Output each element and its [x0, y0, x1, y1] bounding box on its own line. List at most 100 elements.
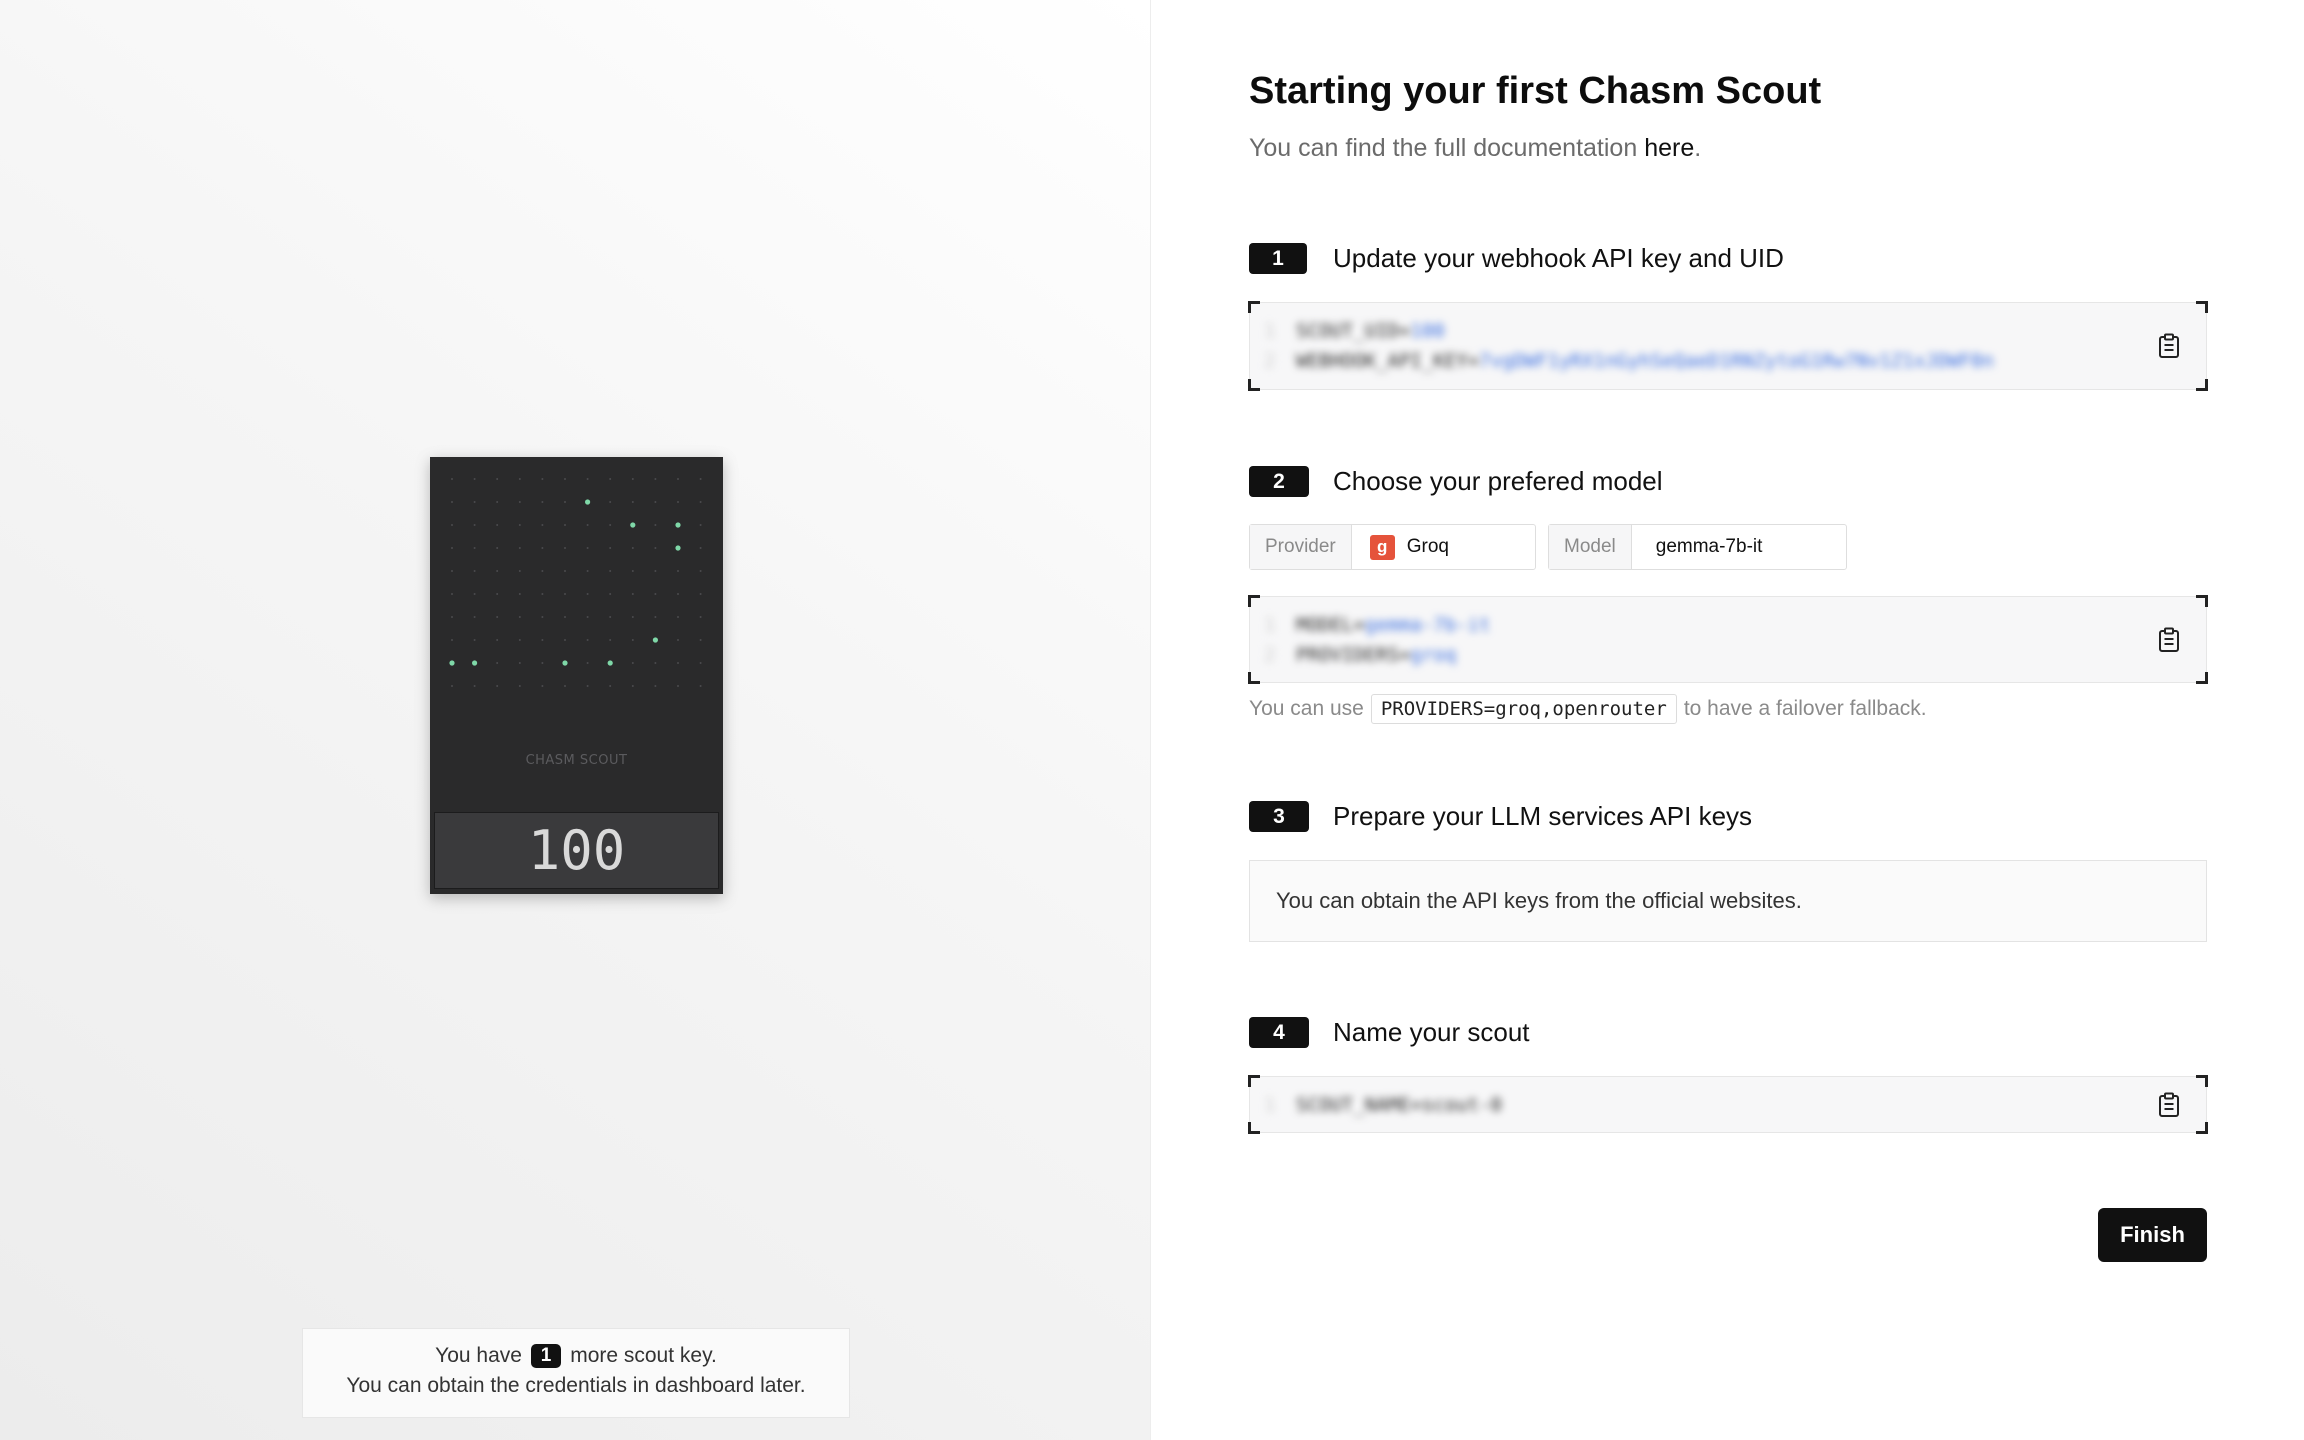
led-dot	[654, 593, 657, 595]
led-dot-lit	[449, 660, 455, 666]
hint-suffix: to have a failover fallback.	[1683, 697, 1927, 720]
led-dot	[699, 570, 702, 572]
led-dot	[541, 662, 544, 664]
led-dot	[473, 685, 476, 687]
led-dot	[541, 478, 544, 480]
led-dot	[451, 547, 453, 549]
provider-name: Groq	[1406, 536, 1449, 557]
clipboard-icon[interactable]	[2158, 333, 2180, 359]
led-dot	[609, 639, 612, 641]
led-dot	[564, 639, 566, 641]
led-dot	[451, 570, 453, 572]
led-dot	[654, 616, 657, 618]
key-note-suffix: more scout key.	[570, 1344, 717, 1367]
led-dot	[677, 570, 679, 572]
subtitle-period: .	[1694, 134, 1702, 162]
led-dot	[496, 478, 499, 480]
provider-select[interactable]: Provider g Groq	[1249, 524, 1536, 570]
code-line: 2 WEBHOOK_API_KEY=7vgDWF1yRX1nGyhSeQaeD1R…	[1264, 350, 1994, 372]
led-dot	[473, 570, 476, 572]
led-dot	[473, 524, 476, 526]
key-note-prefix: You have	[435, 1344, 522, 1367]
led-dot	[699, 501, 702, 503]
led-dot	[541, 685, 544, 687]
step-title: Name your scout	[1333, 1017, 1530, 1047]
led-dot	[541, 524, 544, 526]
led-dot	[496, 593, 499, 595]
scout-device-card: CHASM SCOUT 100	[430, 457, 723, 894]
led-dot	[541, 501, 544, 503]
clipboard-icon[interactable]	[2158, 1092, 2180, 1118]
step-number-badge: 1	[1249, 243, 1307, 274]
step-title: Prepare your LLM services API keys	[1333, 801, 1753, 831]
step-number-badge: 4	[1249, 1017, 1309, 1048]
led-dot	[654, 524, 657, 526]
led-dot	[631, 501, 634, 503]
led-dot	[451, 616, 453, 618]
left-pane: CHASM SCOUT 100 You have 1 more scout ke…	[0, 0, 1151, 1440]
hint-prefix: You can use	[1249, 697, 1364, 720]
led-dot	[586, 662, 589, 664]
led-dot	[541, 616, 544, 618]
led-dot	[496, 547, 499, 549]
led-dot	[564, 616, 566, 618]
led-dot	[451, 593, 453, 595]
led-dot	[654, 547, 657, 549]
subtitle-text: You can find the full documentation	[1249, 134, 1638, 162]
documentation-link[interactable]: here	[1644, 134, 1694, 162]
led-dot	[496, 570, 499, 572]
led-dot	[541, 547, 544, 549]
led-dot	[564, 570, 566, 572]
clipboard-icon[interactable]	[2158, 627, 2180, 653]
led-dot	[677, 501, 679, 503]
scout-key-note: You have 1 more scout key. You can obtai…	[302, 1328, 850, 1418]
scout-name-code-block: 1 SCOUT_NAME=scout-0	[1248, 1075, 2208, 1134]
code-lines: 1 SCOUT_NAME=scout-0	[1264, 1090, 1502, 1120]
led-dot	[609, 685, 612, 687]
device-brand-label: CHASM SCOUT	[525, 753, 628, 768]
code-lines: 1 MODEL=gemma-7b-it 2 PROVIDERS=groq	[1264, 610, 1490, 670]
model-select[interactable]: Model gemma-7b-it	[1548, 524, 1847, 570]
led-dot-lit	[585, 499, 591, 505]
key-count-badge: 1	[530, 1344, 562, 1368]
led-dot	[518, 593, 521, 595]
led-dot	[496, 685, 499, 687]
model-config-code-block: 1 MODEL=gemma-7b-it 2 PROVIDERS=groq	[1248, 595, 2208, 684]
led-dot	[564, 478, 566, 480]
step-number-badge: 2	[1249, 466, 1309, 497]
led-dot	[473, 478, 476, 480]
led-dot	[631, 478, 634, 480]
led-dot	[677, 685, 679, 687]
code-line: 1 SCOUT_NAME=scout-0	[1264, 1094, 1502, 1116]
led-dot	[609, 501, 612, 503]
led-dot	[677, 478, 679, 480]
step-3-header: 3 Prepare your LLM services API keys	[1249, 801, 1752, 832]
led-dot	[654, 478, 657, 480]
led-dot-lit	[652, 637, 658, 643]
led-dot	[654, 570, 657, 572]
led-dot	[518, 501, 521, 503]
webhook-config-code-block: 1 SCOUT_UID=100 2 WEBHOOK_API_KEY=7vgDWF1y…	[1248, 301, 2208, 391]
key-note-line-2: You can obtain the credentials in dashbo…	[346, 1374, 806, 1397]
page-subtitle: You can find the full documentation here…	[1249, 134, 1701, 163]
led-dot	[541, 570, 544, 572]
led-dot	[451, 639, 453, 641]
provider-value: g Groq	[1352, 525, 1467, 569]
led-dot	[541, 639, 544, 641]
led-dot	[699, 547, 702, 549]
led-dot	[496, 662, 499, 664]
led-dot	[654, 501, 657, 503]
led-dot	[586, 616, 589, 618]
led-dot	[473, 593, 476, 595]
led-dot	[631, 685, 634, 687]
code-line: 2 PROVIDERS=groq	[1264, 644, 1457, 666]
led-dot	[586, 524, 589, 526]
groq-logo-icon: g	[1369, 534, 1395, 560]
key-note-line-1: You have 1 more scout key.	[303, 1341, 849, 1371]
page-title: Starting your first Chasm Scout	[1249, 70, 1822, 112]
led-dot	[609, 524, 612, 526]
led-dot	[564, 524, 566, 526]
finish-button[interactable]: Finish	[2098, 1208, 2207, 1262]
led-dot	[564, 547, 566, 549]
led-dot-grid	[449, 478, 702, 687]
